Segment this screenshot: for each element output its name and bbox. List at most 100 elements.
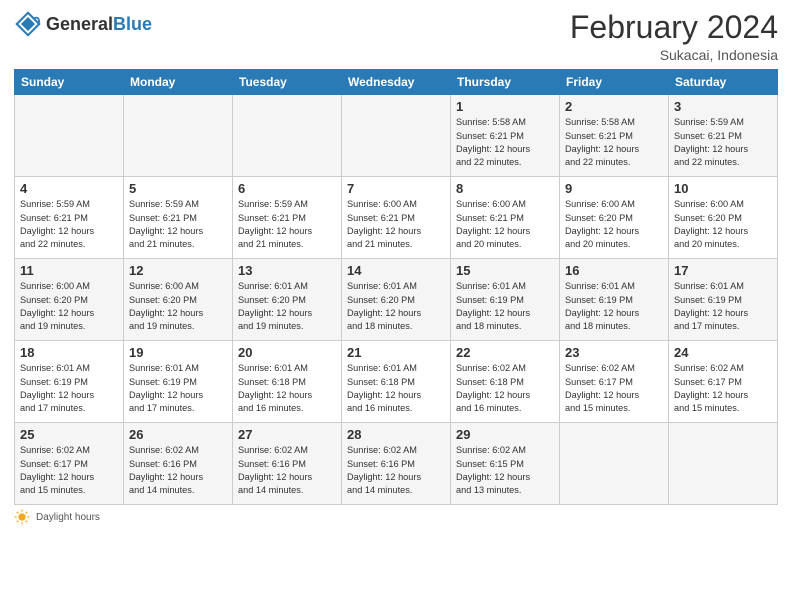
day-info: Sunrise: 6:02 AMSunset: 6:17 PMDaylight:… [674,362,772,415]
calendar-day-header: Tuesday [233,70,342,95]
day-number: 27 [238,427,336,442]
calendar-day-cell: 20 Sunrise: 6:01 AMSunset: 6:18 PMDayligh… [233,341,342,423]
calendar-empty-cell [233,95,342,177]
day-info: Sunrise: 6:02 AMSunset: 6:16 PMDaylight:… [129,444,227,497]
main-container: General Blue February 2024 Sukacai, Indo… [0,0,792,531]
calendar-day-cell: 25 Sunrise: 6:02 AMSunset: 6:17 PMDayligh… [15,423,124,505]
day-number: 28 [347,427,445,442]
calendar-day-cell: 8Sunrise: 6:00 AMSunset: 6:21 PMDaylight… [451,177,560,259]
day-info: Sunrise: 6:01 AMSunset: 6:19 PMDaylight:… [129,362,227,415]
calendar-day-cell: 17 Sunrise: 6:01 AMSunset: 6:19 PMDayligh… [669,259,778,341]
logo-general: General [46,14,113,35]
day-info: Sunrise: 6:01 AMSunset: 6:19 PMDaylight:… [456,280,554,333]
calendar-week-row: 4 Sunrise: 5:59 AMSunset: 6:21 PMDaylight… [15,177,778,259]
calendar-day-cell: 10 Sunrise: 6:00 AMSunset: 6:20 PMDayligh… [669,177,778,259]
calendar-empty-cell [342,95,451,177]
day-info: Sunrise: 6:00 AMSunset: 6:20 PMDaylight:… [674,198,772,251]
day-number: 3 [674,99,772,114]
calendar-day-cell: 3 Sunrise: 5:59 AMSunset: 6:21 PMDaylight… [669,95,778,177]
day-number: 15 [456,263,554,278]
calendar-day-header: Monday [124,70,233,95]
calendar-day-cell: 2 Sunrise: 5:58 AMSunset: 6:21 PMDaylight… [560,95,669,177]
calendar-day-header: Wednesday [342,70,451,95]
calendar-day-cell: 29 Sunrise: 6:02 AMSunset: 6:15 PMDayligh… [451,423,560,505]
day-number: 13 [238,263,336,278]
day-number: 2 [565,99,663,114]
header: General Blue February 2024 Sukacai, Indo… [14,10,778,63]
calendar-day-cell: 19 Sunrise: 6:01 AMSunset: 6:19 PMDayligh… [124,341,233,423]
calendar-day-cell: 13 Sunrise: 6:01 AMSunset: 6:20 PMDayligh… [233,259,342,341]
day-info: Sunrise: 6:01 AMSunset: 6:19 PMDaylight:… [565,280,663,333]
day-info: Sunrise: 5:59 AMSunset: 6:21 PMDaylight:… [129,198,227,251]
day-info: Sunrise: 5:58 AMSunset: 6:21 PMDaylight:… [565,116,663,169]
day-number: 29 [456,427,554,442]
day-number: 16 [565,263,663,278]
day-info: Sunrise: 6:00 AMSunset: 6:20 PMDaylight:… [129,280,227,333]
title-block: February 2024 Sukacai, Indonesia [570,10,778,63]
day-info: Sunrise: 5:59 AMSunset: 6:21 PMDaylight:… [20,198,118,251]
calendar-day-cell: 12Sunrise: 6:00 AMSunset: 6:20 PMDayligh… [124,259,233,341]
calendar-day-cell: 9 Sunrise: 6:00 AMSunset: 6:20 PMDaylight… [560,177,669,259]
calendar-day-cell: 5 Sunrise: 5:59 AMSunset: 6:21 PMDaylight… [124,177,233,259]
calendar-day-cell: 21Sunrise: 6:01 AMSunset: 6:18 PMDayligh… [342,341,451,423]
logo: General Blue [14,10,152,38]
day-info: Sunrise: 6:01 AMSunset: 6:19 PMDaylight:… [674,280,772,333]
calendar-day-cell: 6 Sunrise: 5:59 AMSunset: 6:21 PMDaylight… [233,177,342,259]
calendar-empty-cell [560,423,669,505]
day-number: 22 [456,345,554,360]
day-number: 25 [20,427,118,442]
calendar-week-row: 1Sunrise: 5:58 AMSunset: 6:21 PMDaylight… [15,95,778,177]
calendar-day-header: Saturday [669,70,778,95]
daylight-label: Daylight hours [36,512,100,523]
day-info: Sunrise: 6:01 AMSunset: 6:20 PMDaylight:… [238,280,336,333]
day-number: 20 [238,345,336,360]
day-info: Sunrise: 6:02 AMSunset: 6:16 PMDaylight:… [347,444,445,497]
day-number: 5 [129,181,227,196]
day-info: Sunrise: 6:00 AMSunset: 6:20 PMDaylight:… [20,280,118,333]
day-info: Sunrise: 5:58 AMSunset: 6:21 PMDaylight:… [456,116,554,169]
day-number: 17 [674,263,772,278]
calendar-empty-cell [124,95,233,177]
calendar-day-cell: 24 Sunrise: 6:02 AMSunset: 6:17 PMDayligh… [669,341,778,423]
calendar-day-cell: 18 Sunrise: 6:01 AMSunset: 6:19 PMDayligh… [15,341,124,423]
day-number: 4 [20,181,118,196]
day-number: 24 [674,345,772,360]
day-number: 19 [129,345,227,360]
day-info: Sunrise: 5:59 AMSunset: 6:21 PMDaylight:… [238,198,336,251]
day-number: 21 [347,345,445,360]
day-number: 6 [238,181,336,196]
calendar-table: SundayMondayTuesdayWednesdayThursdayFrid… [14,69,778,505]
day-info: Sunrise: 6:02 AMSunset: 6:17 PMDaylight:… [20,444,118,497]
day-number: 14 [347,263,445,278]
location: Sukacai, Indonesia [570,47,778,63]
sun-icon [14,509,30,525]
day-info: Sunrise: 5:59 AMSunset: 6:21 PMDaylight:… [674,116,772,169]
calendar-empty-cell [669,423,778,505]
day-info: Sunrise: 6:02 AMSunset: 6:15 PMDaylight:… [456,444,554,497]
calendar-day-cell: 23Sunrise: 6:02 AMSunset: 6:17 PMDayligh… [560,341,669,423]
day-number: 10 [674,181,772,196]
footer: Daylight hours [14,509,778,525]
calendar-day-cell: 11Sunrise: 6:00 AMSunset: 6:20 PMDayligh… [15,259,124,341]
calendar-day-header: Friday [560,70,669,95]
day-info: Sunrise: 6:01 AMSunset: 6:19 PMDaylight:… [20,362,118,415]
day-number: 9 [565,181,663,196]
logo-icon [14,10,42,38]
calendar-day-cell: 27Sunrise: 6:02 AMSunset: 6:16 PMDayligh… [233,423,342,505]
calendar-day-cell: 26Sunrise: 6:02 AMSunset: 6:16 PMDayligh… [124,423,233,505]
calendar-empty-cell [15,95,124,177]
day-info: Sunrise: 6:02 AMSunset: 6:17 PMDaylight:… [565,362,663,415]
logo-text: General Blue [46,14,152,35]
calendar-week-row: 18 Sunrise: 6:01 AMSunset: 6:19 PMDayligh… [15,341,778,423]
day-info: Sunrise: 6:00 AMSunset: 6:20 PMDaylight:… [565,198,663,251]
calendar-day-header: Sunday [15,70,124,95]
calendar-week-row: 25 Sunrise: 6:02 AMSunset: 6:17 PMDayligh… [15,423,778,505]
calendar-day-header: Thursday [451,70,560,95]
calendar-day-cell: 22 Sunrise: 6:02 AMSunset: 6:18 PMDayligh… [451,341,560,423]
day-info: Sunrise: 6:01 AMSunset: 6:18 PMDaylight:… [238,362,336,415]
month-title: February 2024 [570,10,778,45]
calendar-day-cell: 7Sunrise: 6:00 AMSunset: 6:21 PMDaylight… [342,177,451,259]
day-info: Sunrise: 6:02 AMSunset: 6:18 PMDaylight:… [456,362,554,415]
calendar-day-cell: 14Sunrise: 6:01 AMSunset: 6:20 PMDayligh… [342,259,451,341]
day-number: 18 [20,345,118,360]
